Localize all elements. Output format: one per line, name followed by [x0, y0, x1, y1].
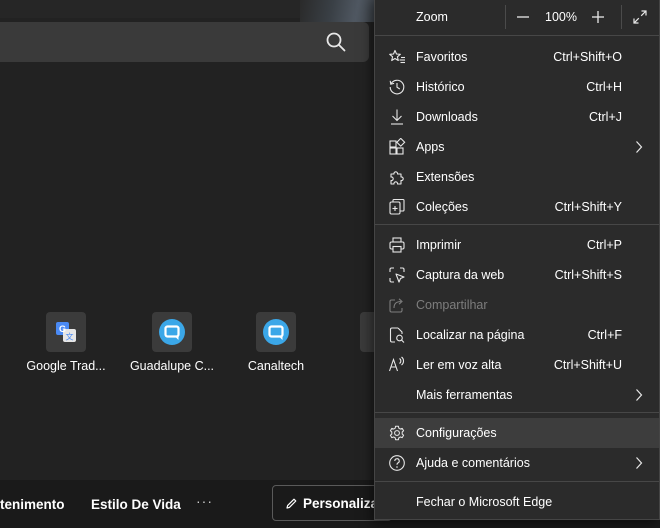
- menu-item-label: Favoritos: [416, 50, 468, 64]
- menu-item-label: Ajuda e comentários: [416, 456, 530, 470]
- menu-item-captura-da-web[interactable]: Captura da web Ctrl+Shift+S: [375, 260, 659, 290]
- divider: [505, 5, 506, 29]
- menu-item-label: Extensões: [416, 170, 475, 184]
- menu-item-shortcut: Ctrl+Shift+O: [553, 50, 622, 64]
- web-capture-icon: [389, 267, 405, 283]
- fullscreen-icon: [633, 10, 647, 24]
- history-icon: [389, 79, 405, 95]
- menu-item-label: Imprimir: [416, 238, 462, 252]
- menu-item-shortcut: Ctrl+H: [586, 80, 622, 94]
- quick-link-canaltech[interactable]: Canaltech: [226, 312, 326, 376]
- menu-item-shortcut: Ctrl+Shift+Y: [554, 200, 622, 214]
- menu-item-downloads[interactable]: Downloads Ctrl+J: [375, 102, 659, 132]
- feed-tab-entertainment[interactable]: tenimento: [0, 497, 65, 512]
- menu-item-label: Fechar o Microsoft Edge: [416, 495, 553, 509]
- zoom-label: Zoom: [416, 10, 448, 24]
- printer-icon: [389, 237, 405, 253]
- menu-item-label: Captura da web: [416, 268, 505, 282]
- menu-item-label: Configurações: [416, 426, 497, 440]
- menu-item-shortcut: Ctrl+F: [587, 328, 622, 342]
- background-image: [300, 0, 380, 22]
- menu-item-ler-em-voz-alta[interactable]: Ler em voz alta Ctrl+Shift+U: [375, 350, 659, 380]
- chevron-right-icon: [636, 389, 643, 401]
- collections-icon: [389, 198, 405, 215]
- menu-item-label: Histórico: [416, 80, 465, 94]
- chevron-right-icon: [636, 457, 643, 469]
- menu-item-label: Coleções: [416, 200, 469, 214]
- zoom-value: 100%: [545, 10, 577, 24]
- menu-item-label: Apps: [416, 140, 445, 154]
- zoom-out-button[interactable]: [508, 2, 538, 32]
- quick-link-guadalupe[interactable]: Guadalupe C...: [122, 312, 222, 376]
- menu-item-historico[interactable]: Histórico Ctrl+H: [375, 72, 659, 102]
- menu-item-configuracoes[interactable]: Configurações: [375, 418, 659, 448]
- apps-icon: [389, 138, 406, 155]
- tile-label: Google Trad...: [26, 359, 106, 373]
- menu-item-label: Downloads: [416, 110, 478, 124]
- divider: [621, 5, 622, 29]
- search-icon[interactable]: [325, 31, 347, 53]
- menu-item-label: Compartilhar: [416, 298, 488, 312]
- chat-bubble-icon: [256, 312, 296, 352]
- tile-label: Guadalupe C...: [129, 359, 215, 373]
- quick-link-google-translate[interactable]: G 文 Google Trad...: [16, 312, 116, 376]
- zoom-row: Zoom 100%: [375, 1, 659, 33]
- share-icon: [389, 298, 403, 313]
- menu-item-colecoes[interactable]: Coleções Ctrl+Shift+Y: [375, 192, 659, 222]
- google-translate-icon: G 文: [46, 312, 86, 352]
- extensions-icon: [390, 171, 404, 185]
- more-tabs-button[interactable]: ···: [196, 493, 213, 509]
- menu-item-imprimir[interactable]: Imprimir Ctrl+P: [375, 230, 659, 260]
- plus-icon: [592, 11, 604, 23]
- menu-item-shortcut: Ctrl+Shift+S: [554, 268, 622, 282]
- menu-item-apps[interactable]: Apps: [375, 132, 659, 162]
- minus-icon: [517, 16, 529, 18]
- menu-item-localizar-na-pagina[interactable]: Localizar na página Ctrl+F: [375, 320, 659, 350]
- feed-tab-lifestyle[interactable]: Estilo De Vida: [91, 497, 181, 512]
- menu-item-shortcut: Ctrl+P: [586, 238, 622, 252]
- chevron-right-icon: [636, 141, 643, 153]
- menu-separator: [375, 481, 659, 482]
- menu-item-compartilhar[interactable]: Compartilhar: [375, 290, 659, 320]
- zoom-in-button[interactable]: [583, 2, 613, 32]
- menu-separator: [375, 35, 659, 36]
- menu-item-mais-ferramentas[interactable]: Mais ferramentas: [375, 380, 659, 410]
- menu-item-ajuda-e-comentarios[interactable]: Ajuda e comentários: [375, 448, 659, 478]
- menu-item-label: Localizar na página: [416, 328, 525, 342]
- menu-item-extensoes[interactable]: Extensões: [375, 162, 659, 192]
- tile-label: Canaltech: [247, 359, 305, 373]
- svg-text:文: 文: [66, 332, 74, 342]
- menu-item-shortcut: Ctrl+Shift+U: [553, 358, 622, 372]
- read-aloud-icon: [388, 356, 404, 372]
- download-icon: [391, 109, 403, 125]
- pencil-icon: [286, 498, 297, 509]
- menu-separator: [375, 224, 659, 225]
- search-box[interactable]: [0, 22, 369, 62]
- fullscreen-button[interactable]: [625, 2, 655, 32]
- gear-icon: [389, 425, 405, 441]
- personalize-label: Personalizar: [303, 495, 384, 511]
- menu-item-fechar-edge[interactable]: Fechar o Microsoft Edge: [375, 487, 659, 517]
- help-icon: [389, 455, 405, 471]
- menu-item-favoritos[interactable]: Favoritos Ctrl+Shift+O: [375, 42, 659, 72]
- menu-item-shortcut: Ctrl+J: [589, 110, 622, 124]
- star-icon: [389, 49, 405, 64]
- settings-menu: Zoom 100% Favoritos Ctrl+Shift+O Históri…: [374, 0, 660, 520]
- chat-bubble-icon: [152, 312, 192, 352]
- menu-item-label: Ler em voz alta: [416, 358, 502, 372]
- menu-item-label: Mais ferramentas: [416, 388, 513, 402]
- find-icon: [389, 327, 405, 343]
- menu-separator: [375, 412, 659, 413]
